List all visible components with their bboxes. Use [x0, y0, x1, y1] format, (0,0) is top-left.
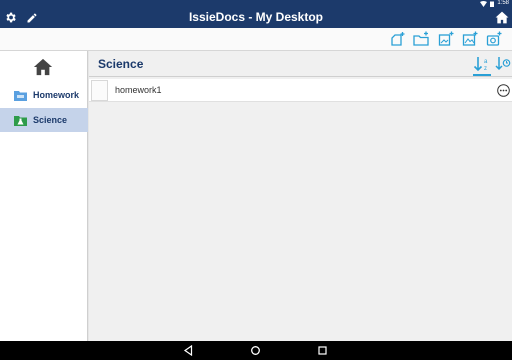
home-icon[interactable] — [494, 10, 509, 25]
sidebar-item-homework[interactable]: Homework — [0, 83, 88, 107]
sidebar-item-label: Science — [33, 115, 68, 125]
flask-icon — [14, 115, 27, 126]
android-nav-bar — [0, 341, 512, 360]
sidebar: Homework Science — [0, 51, 88, 341]
new-page-icon[interactable] — [390, 31, 406, 47]
sort-active-indicator — [473, 74, 491, 76]
camera-icon[interactable] — [486, 31, 502, 47]
document-row[interactable]: homework1 — [89, 79, 512, 102]
main-panel: Science a z homework1 — [89, 51, 512, 341]
new-folder-icon[interactable] — [413, 31, 429, 47]
folder-header: Science a z — [89, 51, 512, 77]
battery-icon — [490, 1, 495, 7]
wifi-icon — [480, 0, 488, 7]
sort-date-icon[interactable] — [495, 56, 511, 72]
recents-icon[interactable] — [317, 345, 328, 356]
document-thumbnail — [91, 80, 108, 101]
app-title: IssieDocs - My Desktop — [188, 10, 324, 24]
home-nav-icon[interactable] — [250, 345, 261, 356]
import-image-icon[interactable] — [438, 31, 454, 47]
title-bar: IssieDocs - My Desktop — [0, 7, 512, 28]
document-name: homework1 — [115, 85, 162, 95]
svg-text:z: z — [484, 66, 487, 72]
back-icon[interactable] — [183, 345, 194, 356]
status-time: 1:58 — [497, 0, 509, 6]
add-image-icon[interactable] — [462, 31, 478, 47]
more-options-icon[interactable] — [497, 84, 510, 97]
folder-title: Science — [98, 57, 144, 71]
sort-az-icon[interactable]: a z — [473, 56, 493, 74]
folder-icon — [14, 90, 27, 101]
svg-text:a: a — [484, 59, 488, 65]
sidebar-item-science[interactable]: Science — [0, 108, 88, 132]
toolbar — [0, 28, 512, 51]
status-bar: 1:58 — [0, 0, 512, 7]
sidebar-item-label: Homework — [33, 90, 80, 100]
sidebar-home-icon[interactable] — [32, 57, 54, 77]
status-indicators: 1:58 — [480, 0, 509, 7]
